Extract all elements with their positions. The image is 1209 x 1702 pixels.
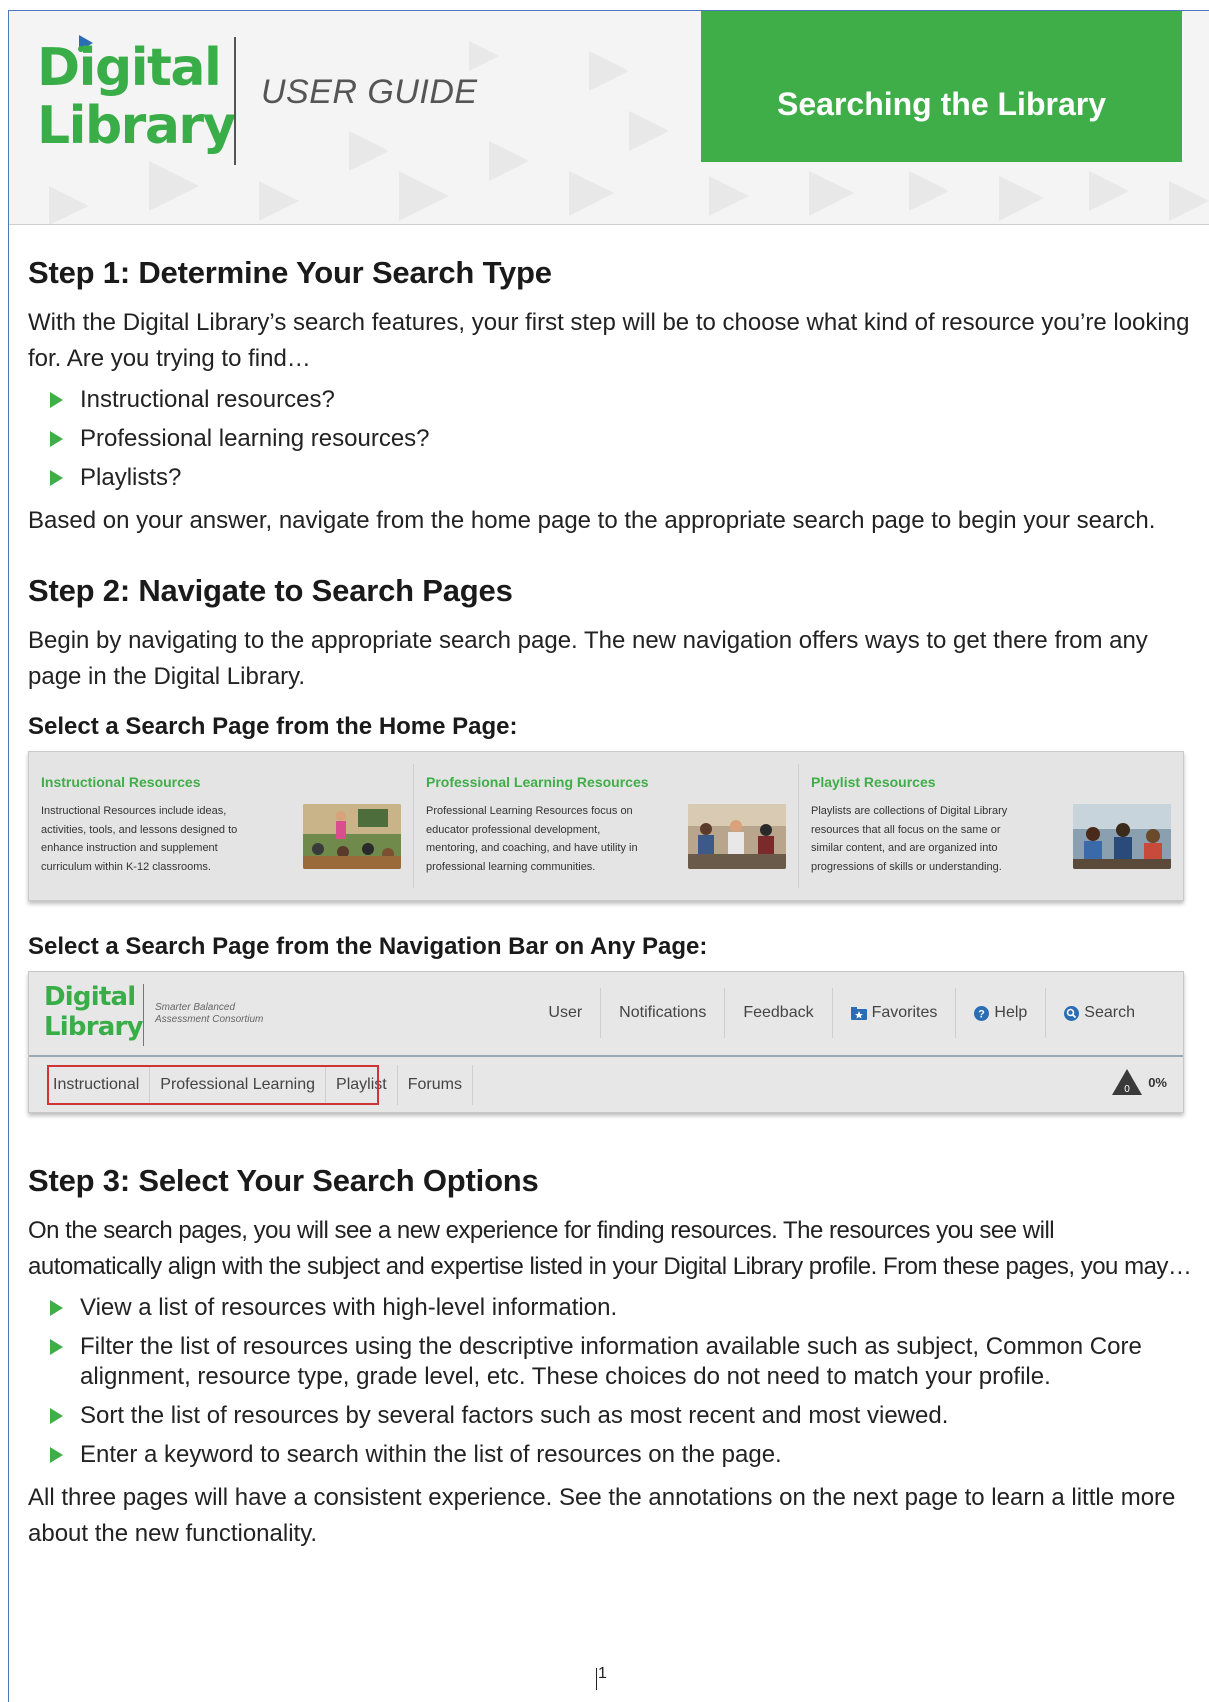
card-description: Playlists are collections of Digital Lib… xyxy=(811,805,1008,873)
list-item: View a list of resources with high-level… xyxy=(50,1293,1193,1323)
home-page-subheading: Select a Search Page from the Home Page: xyxy=(28,713,518,740)
sbac-label: Smarter Balanced Assessment Consortium xyxy=(155,1002,263,1026)
step-1-outro: Based on your answer, navigate from the … xyxy=(28,507,1156,534)
classroom-photo xyxy=(303,804,401,869)
list-item: Professional learning resources? xyxy=(50,424,1193,454)
home-page-screenshot: Instructional Resources Instructional Re… xyxy=(28,751,1184,901)
progress-count: 0 xyxy=(1124,1084,1130,1095)
progress-triangle-icon: 0 xyxy=(1112,1069,1143,1095)
nav-logo-line-1: Digital xyxy=(44,982,136,1012)
meeting-photo xyxy=(688,804,786,869)
logo-text: Digital Library xyxy=(37,38,236,156)
students-photo xyxy=(1073,804,1171,869)
step-1-intro: With the Digital Library’s search featur… xyxy=(28,309,1190,372)
nav-link-label: User xyxy=(548,1004,583,1021)
nav-tab-bar: Instructional Professional Learning Play… xyxy=(29,1057,1183,1112)
nav-link-label: Favorites xyxy=(871,1004,938,1021)
nav-bar-screenshot: Digital Library Smarter Balanced Assessm… xyxy=(28,971,1184,1113)
list-item-text: Filter the list of resources using the d… xyxy=(80,1333,1142,1390)
search-icon xyxy=(1064,1005,1080,1021)
title-banner: Searching the Library xyxy=(701,11,1182,162)
card-title[interactable]: Professional Learning Resources xyxy=(426,774,788,790)
nav-logo-line-2: Library xyxy=(44,1012,143,1042)
list-item-text: Instructional resources? xyxy=(80,386,335,413)
list-item: Playlists? xyxy=(50,463,1193,493)
tab-instructional[interactable]: Instructional xyxy=(47,1064,151,1105)
list-item: Enter a keyword to search within the lis… xyxy=(50,1440,1193,1470)
list-item-text: View a list of resources with high-level… xyxy=(80,1294,618,1321)
step-2-intro: Begin by navigating to the appropriate s… xyxy=(28,627,1148,690)
page-number: 1 xyxy=(598,1665,607,1682)
bullet-triangle-icon xyxy=(50,470,63,486)
nav-logo-divider xyxy=(143,984,144,1046)
bullet-triangle-icon xyxy=(50,1300,63,1316)
text-cursor xyxy=(596,1668,597,1690)
card-title[interactable]: Instructional Resources xyxy=(41,774,403,790)
nav-bar-subheading: Select a Search Page from the Navigation… xyxy=(28,933,708,960)
step-3-bullet-list: View a list of resources with high-level… xyxy=(50,1293,1193,1470)
nav-link-label: Feedback xyxy=(743,1004,814,1021)
nav-link-label: Help xyxy=(994,1004,1028,1021)
bullet-triangle-icon xyxy=(50,1408,63,1424)
bullet-triangle-icon xyxy=(50,392,63,408)
user-guide-label: USER GUIDE xyxy=(261,73,478,111)
card-description: Instructional Resources include ideas, a… xyxy=(41,805,238,873)
home-card-playlist[interactable]: Playlist Resources Playlists are collect… xyxy=(799,764,1183,888)
step-2-section: Step 2: Navigate to Search Pages Begin b… xyxy=(28,573,1193,1113)
list-item: Instructional resources? xyxy=(50,385,1193,415)
progress-indicator[interactable]: 0 0% xyxy=(1110,1067,1167,1097)
step-1-bullet-list: Instructional resources? Professional le… xyxy=(50,385,1193,493)
nav-link-notifications[interactable]: Notifications xyxy=(601,988,726,1038)
sbac-line-2: Assessment Consortium xyxy=(155,1014,264,1025)
card-title[interactable]: Playlist Resources xyxy=(811,774,1173,790)
logo-line-1: Digital xyxy=(37,38,222,98)
list-item-text: Professional learning resources? xyxy=(80,425,430,452)
sbac-line-1: Smarter Balanced xyxy=(155,1002,236,1013)
bullet-triangle-icon xyxy=(50,1447,63,1463)
card-description: Professional Learning Resources focus on… xyxy=(426,805,638,873)
step-3-intro: On the search pages, you will see a new … xyxy=(28,1217,1192,1280)
list-item: Filter the list of resources using the d… xyxy=(50,1332,1193,1392)
tab-forums[interactable]: Forums xyxy=(398,1064,473,1105)
home-card-professional[interactable]: Professional Learning Resources Professi… xyxy=(414,764,799,888)
step-2-heading: Step 2: Navigate to Search Pages xyxy=(28,573,513,608)
nav-links: User Notifications Feedback Favorites ? … xyxy=(530,988,1183,1038)
list-item: Sort the list of resources by several fa… xyxy=(50,1401,1193,1431)
step-3-outro: All three pages will have a consistent e… xyxy=(28,1484,1176,1547)
step-1-section: Step 1: Determine Your Search Type With … xyxy=(28,255,1193,539)
digital-library-logo: Digital Library xyxy=(37,29,236,169)
nav-top-bar: Digital Library Smarter Balanced Assessm… xyxy=(29,972,1183,1057)
nav-logo[interactable]: Digital Library xyxy=(44,982,143,1042)
logo-divider xyxy=(234,37,236,165)
nav-link-help[interactable]: ? Help xyxy=(956,988,1047,1038)
document-header: Digital Library USER GUIDE Searching the… xyxy=(9,11,1209,225)
nav-link-search[interactable]: Search xyxy=(1046,988,1183,1038)
step-3-heading: Step 3: Select Your Search Options xyxy=(28,1163,539,1198)
favorites-folder-icon xyxy=(850,1006,867,1020)
svg-text:?: ? xyxy=(979,1008,986,1020)
document-title: Searching the Library xyxy=(777,86,1106,122)
step-3-section: Step 3: Select Your Search Options On th… xyxy=(28,1163,1193,1552)
progress-percent: 0% xyxy=(1148,1074,1167,1090)
tab-playlist[interactable]: Playlist xyxy=(326,1064,398,1105)
nav-link-user[interactable]: User xyxy=(530,988,602,1038)
nav-link-feedback[interactable]: Feedback xyxy=(725,988,833,1038)
list-item-text: Enter a keyword to search within the lis… xyxy=(80,1441,782,1468)
nav-link-favorites[interactable]: Favorites xyxy=(833,988,957,1038)
list-item-text: Playlists? xyxy=(80,464,182,491)
logo-line-2: Library xyxy=(37,96,236,156)
step-1-heading: Step 1: Determine Your Search Type xyxy=(28,255,552,290)
bullet-triangle-icon xyxy=(50,1339,63,1355)
nav-link-label: Search xyxy=(1084,1004,1135,1021)
list-item-text: Sort the list of resources by several fa… xyxy=(80,1402,949,1429)
bullet-triangle-icon xyxy=(50,431,63,447)
document-body: Step 1: Determine Your Search Type With … xyxy=(28,255,1193,1552)
nav-link-label: Notifications xyxy=(619,1004,707,1021)
tab-professional-learning[interactable]: Professional Learning xyxy=(150,1064,327,1105)
home-card-instructional[interactable]: Instructional Resources Instructional Re… xyxy=(29,764,414,888)
help-question-icon: ? xyxy=(974,1005,990,1021)
